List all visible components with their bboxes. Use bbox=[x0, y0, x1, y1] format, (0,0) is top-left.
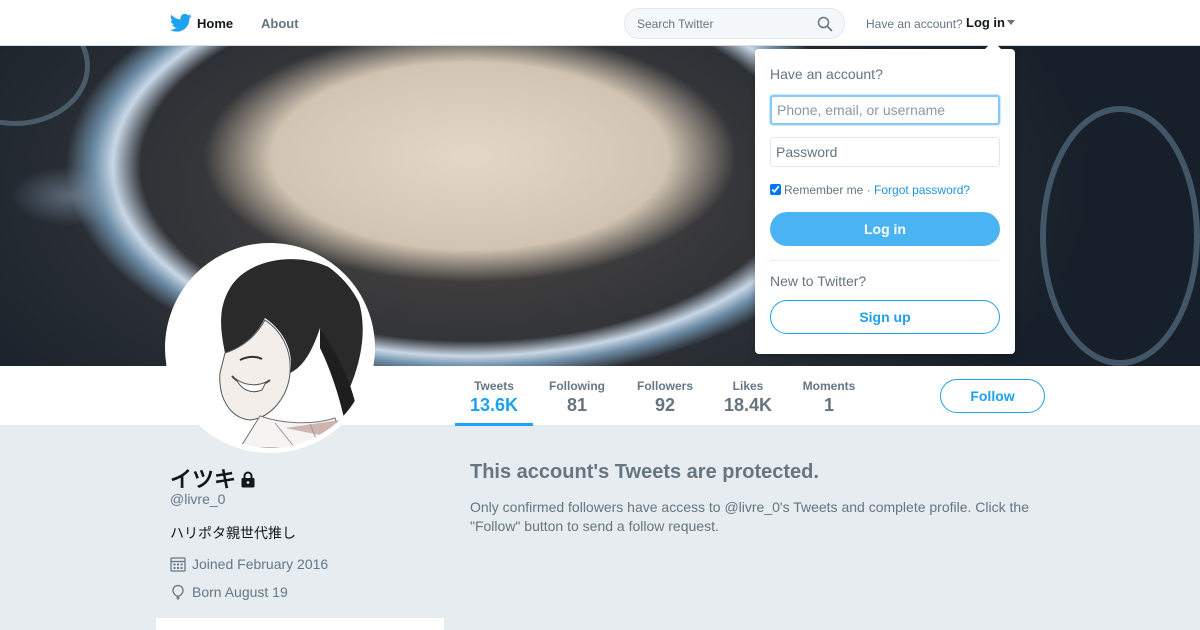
stat-value: 1 bbox=[823, 395, 834, 415]
login-dropdown-toggle[interactable]: Log in bbox=[966, 15, 1015, 30]
search-box bbox=[624, 8, 845, 39]
lock-icon bbox=[241, 471, 255, 488]
avatar[interactable] bbox=[165, 243, 375, 453]
stat-followers[interactable]: Followers 92 bbox=[630, 366, 700, 426]
stat-label: Likes bbox=[732, 379, 764, 393]
stat-moments[interactable]: Moments 1 bbox=[797, 366, 861, 426]
login-label: Log in bbox=[966, 15, 1005, 30]
stat-value: 92 bbox=[654, 395, 676, 415]
new-to-twitter-label: New to Twitter? bbox=[770, 273, 867, 289]
password-field[interactable] bbox=[770, 137, 1000, 167]
stat-label: Following bbox=[549, 379, 605, 393]
balloon-icon bbox=[172, 584, 184, 601]
profile-name-text: イツキ bbox=[170, 467, 237, 492]
protected-title: This account's Tweets are protected. bbox=[470, 461, 819, 483]
stat-likes[interactable]: Likes 18.4K bbox=[718, 366, 778, 426]
profile-handle[interactable]: @livre_0 bbox=[170, 491, 225, 507]
top-nav: Home About Have an account? Log in bbox=[0, 0, 1200, 46]
stat-value: 18.4K bbox=[723, 395, 773, 415]
search-icon[interactable] bbox=[817, 16, 833, 32]
profile-joined: Joined February 2016 bbox=[170, 556, 328, 572]
remember-me-label: Remember me bbox=[784, 183, 864, 197]
profile-bio: ハリポタ親世代推し bbox=[170, 525, 296, 541]
twitter-bird-icon[interactable] bbox=[170, 13, 192, 33]
dropdown-arrow bbox=[985, 41, 1001, 49]
banner-decoration bbox=[1040, 106, 1200, 366]
stat-value: 81 bbox=[566, 395, 588, 415]
username-field[interactable] bbox=[770, 95, 1000, 125]
stat-following[interactable]: Following 81 bbox=[542, 366, 612, 426]
login-dropdown: Have an account? Remember me · Forgot pa… bbox=[755, 41, 1015, 354]
dropdown-title: Have an account? bbox=[770, 66, 883, 82]
login-button[interactable]: Log in bbox=[770, 212, 1000, 246]
banner-highlight bbox=[10, 166, 130, 226]
forgot-password-link[interactable]: Forgot password? bbox=[874, 183, 970, 197]
sidebar-card bbox=[156, 618, 444, 630]
born-text: Born August 19 bbox=[192, 584, 288, 600]
link-separator: · bbox=[866, 183, 871, 197]
nav-home-link[interactable]: Home bbox=[197, 16, 233, 31]
protected-text: Only confirmed followers have access to … bbox=[470, 499, 1029, 534]
remember-me[interactable]: Remember me · Forgot password? bbox=[770, 183, 970, 197]
have-account-label: Have an account? bbox=[866, 17, 963, 31]
search-input[interactable] bbox=[625, 9, 805, 38]
nav-about-link[interactable]: About bbox=[261, 16, 299, 31]
caret-down-icon bbox=[1007, 20, 1015, 25]
remember-me-checkbox[interactable] bbox=[770, 184, 781, 195]
stat-tweets[interactable]: Tweets 13.6K bbox=[455, 366, 533, 426]
stat-label: Moments bbox=[802, 379, 856, 393]
calendar-icon bbox=[170, 557, 186, 572]
stat-label: Tweets bbox=[474, 379, 514, 393]
divider bbox=[770, 260, 1000, 261]
banner-decoration bbox=[0, 46, 90, 126]
stat-label: Followers bbox=[636, 379, 693, 393]
signup-button[interactable]: Sign up bbox=[770, 300, 1000, 334]
profile-name: イツキ bbox=[170, 462, 256, 494]
avatar-illustration bbox=[170, 248, 370, 448]
joined-text: Joined February 2016 bbox=[192, 556, 329, 572]
follow-button[interactable]: Follow bbox=[940, 379, 1045, 413]
profile-born: Born August 19 bbox=[170, 584, 288, 601]
stat-value: 13.6K bbox=[469, 395, 519, 415]
